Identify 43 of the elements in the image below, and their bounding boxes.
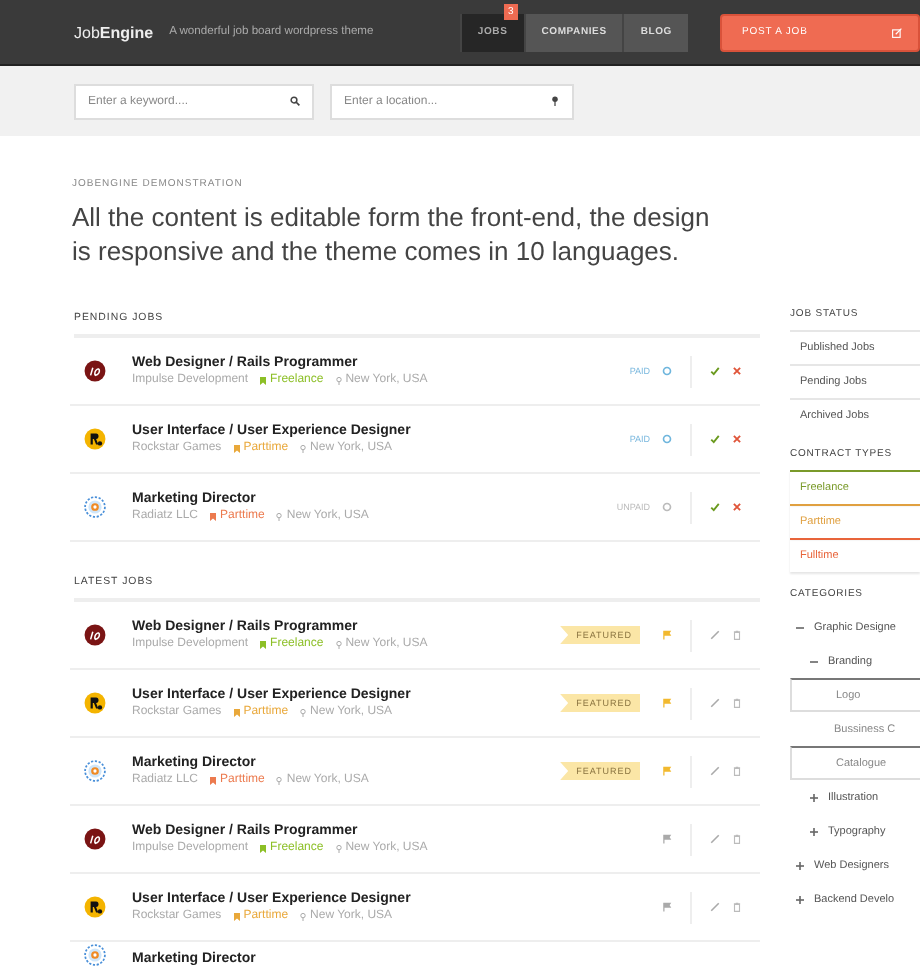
pencil-icon[interactable]	[710, 766, 720, 776]
circle-icon	[662, 366, 672, 376]
search-icon	[290, 96, 300, 106]
location-pin-icon	[335, 843, 342, 853]
pencil-icon[interactable]	[710, 834, 720, 844]
flag-icon[interactable]	[662, 902, 672, 912]
check-icon[interactable]	[710, 366, 720, 376]
edit-icon	[892, 27, 902, 37]
circle-icon	[662, 502, 672, 512]
close-icon[interactable]	[732, 502, 742, 512]
check-icon[interactable]	[710, 502, 720, 512]
location-pin-icon	[335, 639, 342, 649]
trash-icon[interactable]	[732, 630, 742, 640]
pencil-icon[interactable]	[710, 902, 720, 912]
pencil-icon[interactable]	[710, 698, 720, 708]
flag-icon[interactable]	[662, 834, 672, 844]
location-pin-icon	[276, 511, 283, 521]
location-pin-icon	[300, 911, 307, 921]
trash-icon[interactable]	[732, 766, 742, 776]
flag-icon[interactable]	[662, 630, 672, 640]
check-icon[interactable]	[710, 434, 720, 444]
close-icon[interactable]	[732, 366, 742, 376]
plus-icon[interactable]	[810, 827, 818, 835]
trash-icon[interactable]	[732, 698, 742, 708]
close-icon[interactable]	[732, 434, 742, 444]
flag-icon[interactable]	[662, 766, 672, 776]
trash-icon[interactable]	[732, 834, 742, 844]
location-pin-icon	[300, 443, 307, 453]
location-pin-icon	[276, 775, 283, 785]
circle-icon	[662, 434, 672, 444]
plus-icon[interactable]	[810, 793, 818, 801]
minus-icon[interactable]	[796, 623, 804, 631]
location-pin-icon	[550, 96, 560, 106]
trash-icon[interactable]	[732, 902, 742, 912]
headline: All the content is editable form the front-end, the design is responsive and the theme comes in 10 languages.	[72, 200, 712, 268]
pencil-icon[interactable]	[710, 630, 720, 640]
minus-icon[interactable]	[810, 657, 818, 665]
flag-icon[interactable]	[662, 698, 672, 708]
location-pin-icon	[300, 707, 307, 717]
brand-logo[interactable]: JobEngine	[74, 23, 154, 41]
location-pin-icon	[335, 375, 342, 385]
plus-icon[interactable]	[796, 895, 804, 903]
plus-icon[interactable]	[796, 861, 804, 869]
